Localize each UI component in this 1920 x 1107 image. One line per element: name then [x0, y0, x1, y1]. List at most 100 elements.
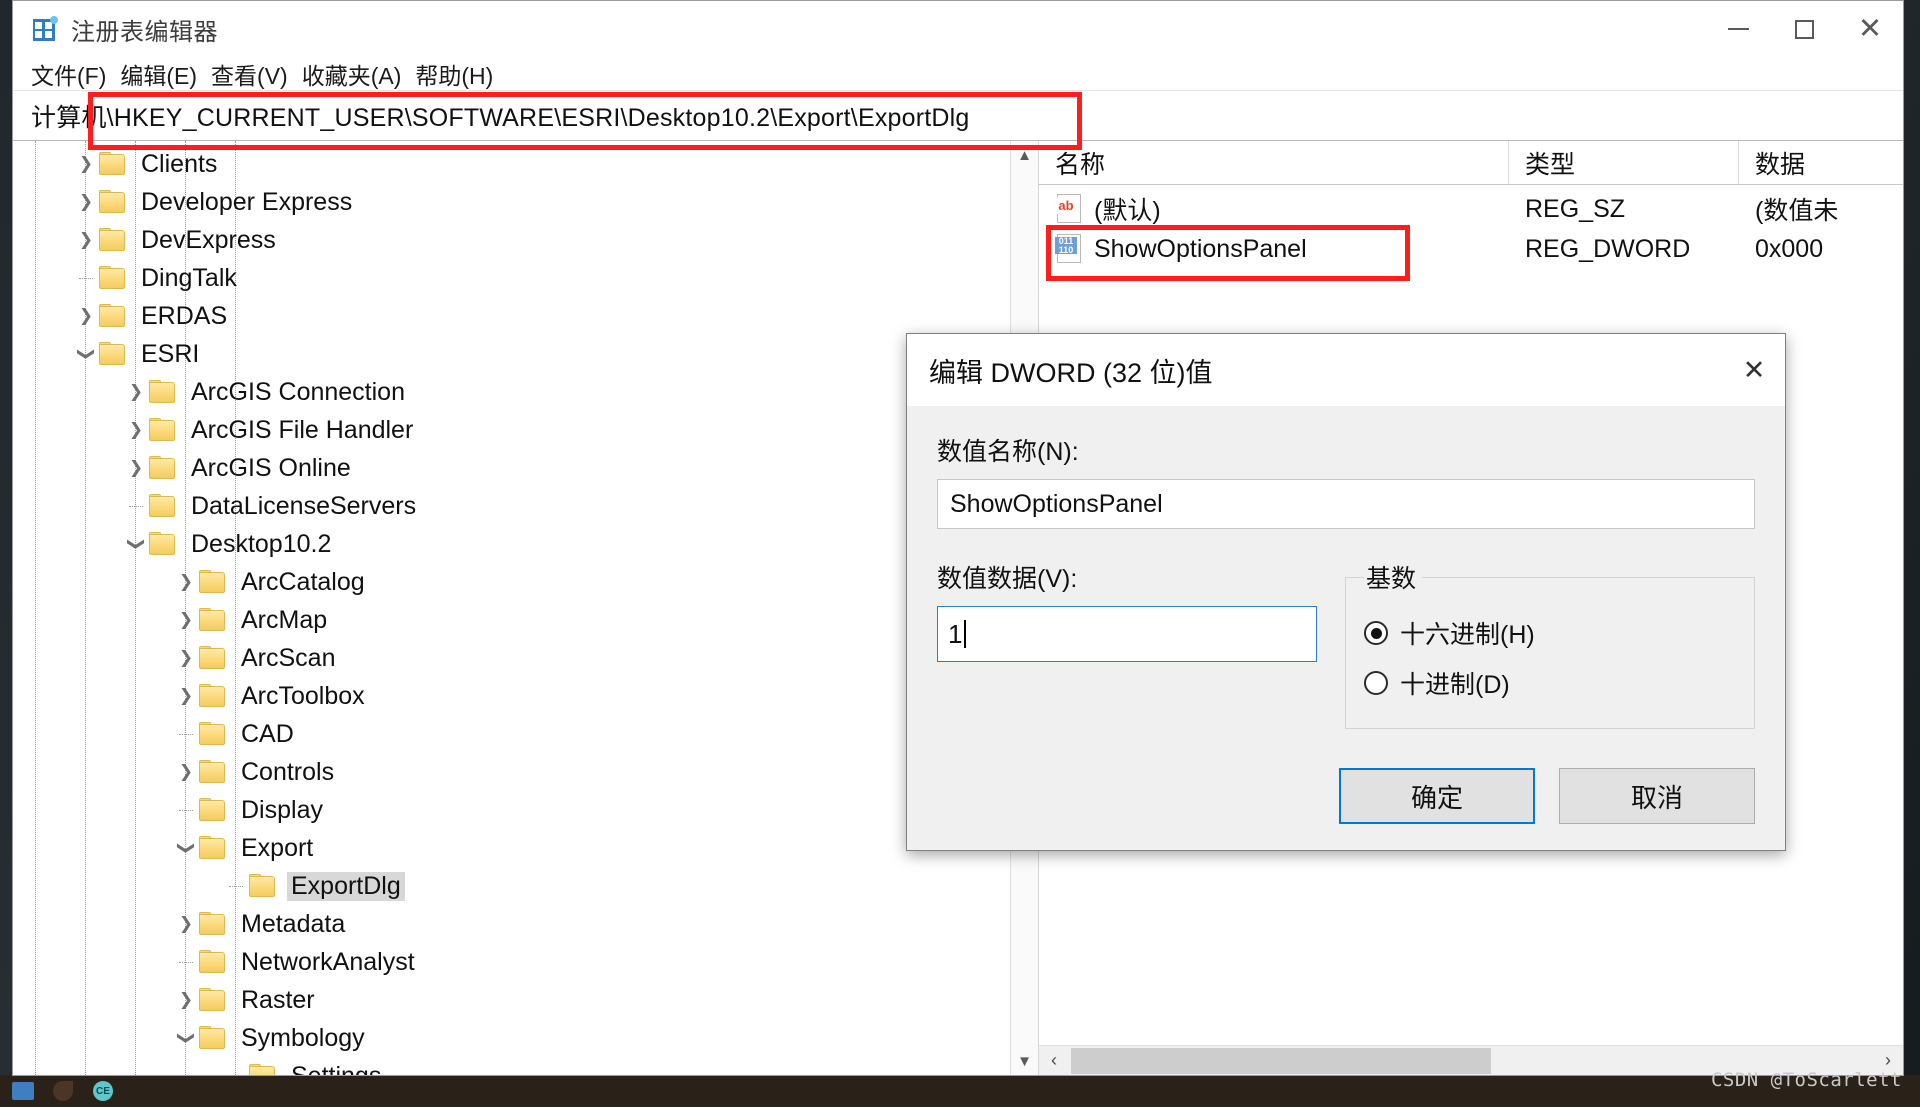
tree-item-metadata[interactable]: ❯ Metadata [13, 905, 1038, 943]
folder-icon [249, 874, 277, 898]
value-data-column: 数值数据(V): 1 [937, 559, 1317, 729]
chevron-right-icon[interactable]: ❯ [173, 677, 199, 715]
close-button[interactable]: ✕ [1837, 1, 1903, 57]
tree-line [173, 943, 199, 981]
tree-item-settings[interactable]: Settings [13, 1057, 1038, 1075]
radio-decimal[interactable]: 十进制(D) [1364, 665, 1736, 701]
tree-item-controls[interactable]: ❯ Controls [13, 753, 1038, 791]
scroll-down-button[interactable]: ▼ [1011, 1047, 1039, 1075]
registry-tree-pane[interactable]: ❯ Clients ❯ Developer Express ❯ DevExpress Din… [13, 141, 1039, 1075]
tree-item-symbology[interactable]: ❯ Symbology [13, 1019, 1038, 1057]
chevron-right-icon[interactable]: ❯ [173, 753, 199, 791]
value-data-cell: 0x000 [1755, 234, 1824, 263]
dialog-body: 数值名称(N): ShowOptionsPanel 数值数据(V): 1 基数 … [907, 406, 1785, 768]
tree-item-dingtalk[interactable]: DingTalk [13, 259, 1038, 297]
value-type-cell: REG_DWORD [1525, 234, 1691, 263]
scroll-up-button[interactable]: ▲ [1011, 141, 1039, 169]
tree-item-arcscan[interactable]: ❯ ArcScan [13, 639, 1038, 677]
column-header-type[interactable]: 类型 [1509, 141, 1739, 184]
values-header-row: 名称 类型 数据 [1039, 141, 1903, 185]
tree-item-arcmap[interactable]: ❯ ArcMap [13, 601, 1038, 639]
tree-item-arcgis-online[interactable]: ❯ ArcGIS Online [13, 449, 1038, 487]
folder-icon [99, 190, 127, 214]
tree-item-erdas[interactable]: ❯ ERDAS [13, 297, 1038, 335]
tree-item-exportdlg[interactable]: ExportDlg [13, 867, 1038, 905]
chevron-right-icon[interactable]: ❯ [73, 145, 99, 183]
tree-item-arcgis-connection[interactable]: ❯ ArcGIS Connection [13, 373, 1038, 411]
tree-item-label: ExportDlg [287, 871, 405, 901]
chevron-right-icon[interactable]: ❯ [173, 601, 199, 639]
ce-icon-label: CE [93, 1081, 113, 1101]
chevron-right-icon[interactable]: ❯ [123, 449, 149, 487]
window-controls: ✕ [1705, 1, 1903, 57]
chevron-right-icon[interactable]: ❯ [123, 411, 149, 449]
value-name-input[interactable]: ShowOptionsPanel [937, 479, 1755, 529]
tree-item-label: ArcMap [241, 605, 328, 634]
tree-line [223, 1057, 249, 1075]
chevron-right-icon[interactable]: ❯ [173, 639, 199, 677]
folder-icon [99, 152, 127, 176]
chevron-right-icon[interactable]: ❯ [73, 221, 99, 259]
tree-item-display[interactable]: Display [13, 791, 1038, 829]
tree-item-label: Clients [141, 149, 218, 178]
tree-item-label: NetworkAnalyst [241, 947, 415, 976]
window-title: 注册表编辑器 [71, 18, 218, 46]
chevron-right-icon[interactable]: ❯ [173, 981, 199, 1019]
ok-button[interactable]: 确定 [1339, 768, 1535, 824]
maximize-button[interactable] [1771, 1, 1837, 57]
radio-hexadecimal[interactable]: 十六进制(H) [1364, 615, 1736, 651]
value-data-label: 数值数据(V): [937, 565, 1078, 593]
folder-icon [199, 798, 227, 822]
tree-item-label: ESRI [141, 339, 200, 368]
table-row[interactable]: 011 110 ShowOptionsPanel REG_DWORD 0x000 [1039, 229, 1903, 269]
tree-item-label: Developer Express [141, 187, 353, 216]
tree-item-cad[interactable]: CAD [13, 715, 1038, 753]
hscroll-left-button[interactable]: ‹ [1039, 1046, 1069, 1076]
table-row[interactable]: ab (默认) REG_SZ (数值未 [1039, 189, 1903, 229]
dialog-close-button[interactable]: ✕ [1723, 334, 1785, 406]
tree-item-arccatalog[interactable]: ❯ ArcCatalog [13, 563, 1038, 601]
value-name-cell: ab (默认) [1039, 191, 1509, 227]
column-header-data[interactable]: 数据 [1739, 141, 1903, 184]
cancel-button[interactable]: 取消 [1559, 768, 1755, 824]
hscroll-thumb[interactable] [1071, 1047, 1491, 1074]
tree-item-esri[interactable]: ❯ ESRI [13, 335, 1038, 373]
tree-item-export[interactable]: ❯ Export [13, 829, 1038, 867]
column-header-name[interactable]: 名称 [1039, 141, 1509, 184]
menu-item-favorites[interactable]: 收藏夹(A) [302, 57, 402, 91]
taskbar-explorer-icon[interactable] [6, 1078, 40, 1104]
tree-item-networkanalyst[interactable]: NetworkAnalyst [13, 943, 1038, 981]
tree-item-developer-express[interactable]: ❯ Developer Express [13, 183, 1038, 221]
value-data-input[interactable]: 1 [937, 606, 1317, 662]
tree-item-label: Desktop10.2 [191, 529, 332, 558]
folder-icon [99, 342, 127, 366]
radio-hexadecimal-icon[interactable] [1364, 621, 1388, 645]
tree-item-datalicenseservers[interactable]: DataLicenseServers [13, 487, 1038, 525]
chevron-right-icon[interactable]: ❯ [73, 297, 99, 335]
folder-icon [99, 304, 127, 328]
menu-item-view[interactable]: 查看(V) [211, 57, 288, 91]
tree-item-devexpress[interactable]: ❯ DevExpress [13, 221, 1038, 259]
folder-icon [199, 760, 227, 784]
radio-decimal-label: 十进制(D) [1400, 671, 1510, 699]
tree-item-label: ERDAS [141, 301, 228, 330]
tree-item-arcgis-file-handler[interactable]: ❯ ArcGIS File Handler [13, 411, 1038, 449]
minimize-button[interactable] [1705, 1, 1771, 57]
radio-decimal-icon[interactable] [1364, 671, 1388, 695]
taskbar-leaf-icon[interactable] [46, 1078, 80, 1104]
folder-icon [149, 532, 177, 556]
dialog-title: 编辑 DWORD (32 位)值 [929, 357, 1213, 388]
tree-item-desktop10-2[interactable]: ❯ Desktop10.2 [13, 525, 1038, 563]
chevron-right-icon[interactable]: ❯ [173, 563, 199, 601]
menu-item-file[interactable]: 文件(F) [31, 57, 106, 91]
chevron-right-icon[interactable]: ❯ [173, 905, 199, 943]
tree-item-clients[interactable]: ❯ Clients [13, 145, 1038, 183]
menu-item-help[interactable]: 帮助(H) [415, 57, 493, 91]
tree-item-arctoolbox[interactable]: ❯ ArcToolbox [13, 677, 1038, 715]
menu-item-edit[interactable]: 编辑(E) [120, 57, 197, 91]
tree-item-raster[interactable]: ❯ Raster [13, 981, 1038, 1019]
address-bar[interactable]: 计算机\HKEY_CURRENT_USER\SOFTWARE\ESRI\Desk… [13, 91, 1903, 141]
chevron-right-icon[interactable]: ❯ [73, 183, 99, 221]
chevron-right-icon[interactable]: ❯ [123, 373, 149, 411]
taskbar-ce-icon[interactable]: CE [86, 1078, 120, 1104]
